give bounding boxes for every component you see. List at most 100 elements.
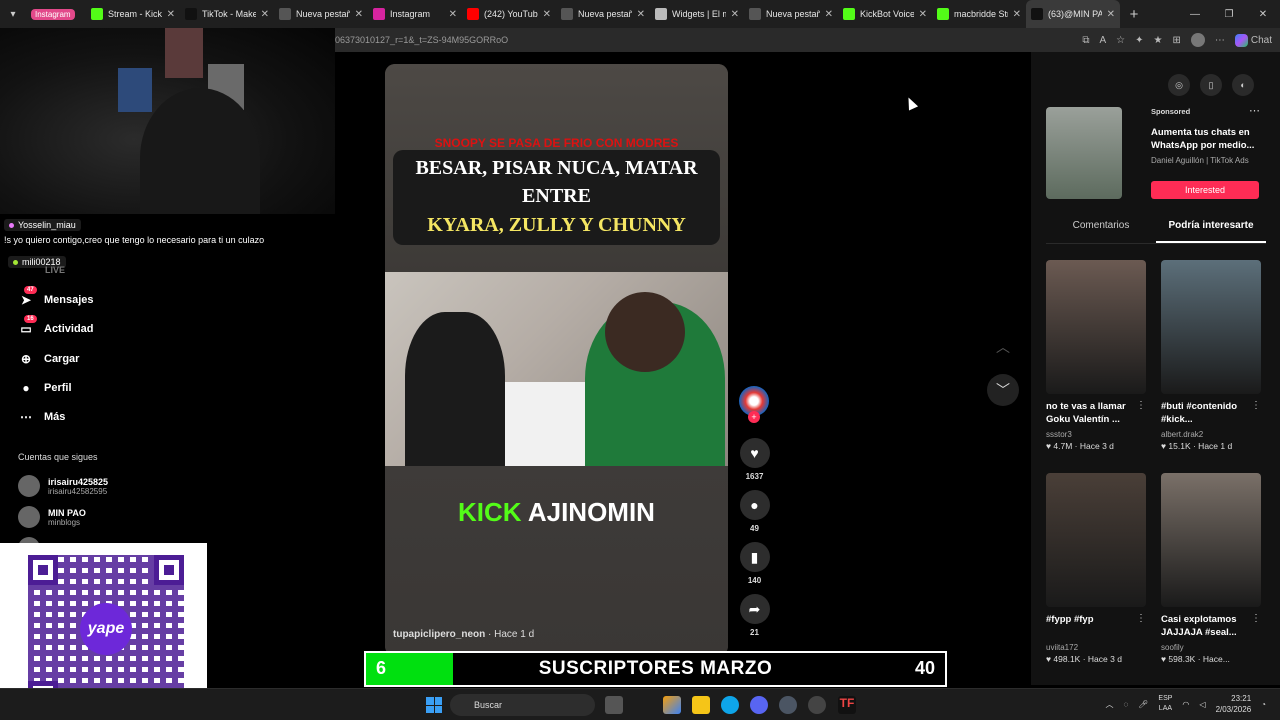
recommended-video-card[interactable]: ⋮ no te vas a llamar Goku Valentín ... sss… <box>1046 260 1146 451</box>
video-thumbnail[interactable] <box>1046 260 1146 394</box>
browser-tab[interactable]: Nueva pestaña ✕ <box>744 0 838 28</box>
sidebar-live[interactable]: LIVE <box>45 265 65 275</box>
recommended-video-card[interactable]: ⋮ #fypp #fyp uviita172 ♥ 498.1K · Hace 3 d <box>1046 473 1146 664</box>
minimize-icon[interactable]: — <box>1178 0 1212 28</box>
favorite-star-icon[interactable]: ☆ <box>1116 35 1125 46</box>
browser-tab[interactable]: (242) YouTube ✕ <box>462 0 556 28</box>
windows-start-icon[interactable] <box>426 697 442 713</box>
tab-comentarios[interactable]: Comentarios <box>1046 220 1156 243</box>
next-video-button[interactable]: ﹀ <box>987 374 1019 406</box>
more-options-icon[interactable]: ⋮ <box>1136 400 1146 411</box>
video-author[interactable]: albert.drak2 <box>1161 430 1261 439</box>
tab-close-icon[interactable]: ✕ <box>355 9 363 20</box>
user-avatar[interactable]: ◐ <box>1232 74 1254 96</box>
video-thumbnail[interactable] <box>1161 473 1261 607</box>
tf-app-icon[interactable]: TF <box>838 696 856 714</box>
ad-title[interactable]: Aumenta tus chats en WhatsApp por medio.… <box>1151 126 1266 152</box>
more-options-icon[interactable]: ⋮ <box>1136 613 1146 624</box>
save-button[interactable]: ▮ 140 <box>737 542 772 585</box>
browser-tab[interactable]: Stream - Kick Da ✕ <box>86 0 180 28</box>
tab-close-icon[interactable]: ✕ <box>1107 9 1115 20</box>
tab-group-label[interactable]: Instagram <box>31 8 75 20</box>
tab-close-icon[interactable]: ✕ <box>167 9 175 20</box>
tab-close-icon[interactable]: ✕ <box>731 9 739 20</box>
video-author[interactable]: tupapiclipero_neon <box>393 629 485 640</box>
tab-close-icon[interactable]: ✕ <box>825 9 833 20</box>
ad-thumbnail[interactable] <box>1046 107 1122 199</box>
like-button[interactable]: ♥ 1637 <box>737 438 772 481</box>
tray-chevron-icon[interactable]: ︿ <box>1105 699 1113 710</box>
browser-tab[interactable]: Widgets | El mej ✕ <box>650 0 744 28</box>
share-button[interactable]: ➦ 21 <box>737 594 772 637</box>
task-view-icon[interactable] <box>605 696 623 714</box>
sidebar-item-perfil[interactable]: ● Perfil <box>18 380 71 396</box>
input-language[interactable]: ESP LAA <box>1158 694 1172 714</box>
tab-close-icon[interactable]: ✕ <box>919 9 927 20</box>
follow-plus-icon[interactable]: + <box>748 411 760 423</box>
video-description[interactable]: Casi explotamos JAJJAJA #seal... <box>1161 613 1261 639</box>
sidebar-item-actividad[interactable]: ▭ 16 Actividad <box>18 315 94 337</box>
tab-podria-interesarte[interactable]: Podría interesarte <box>1156 220 1266 243</box>
video-thumbnail[interactable] <box>1046 473 1146 607</box>
browser-tab[interactable]: KickBot Voice Li ✕ <box>838 0 932 28</box>
browser-tab[interactable]: Nueva pestaña ✕ <box>274 0 368 28</box>
tab-close-icon[interactable]: ✕ <box>637 9 645 20</box>
browser-tab[interactable]: Instagram ✕ <box>368 0 462 28</box>
wifi-icon[interactable]: ◠ <box>1182 700 1189 709</box>
url-field[interactable]: 06373010127_r=1&_t=ZS-94M95GORRoO <box>335 35 1082 45</box>
ad-interested-button[interactable]: Interested <box>1151 181 1259 199</box>
video-description[interactable]: #buti #contenido #kick... <box>1161 400 1261 426</box>
video-player[interactable]: SNOOPY SE PASA DE FRIO CON MODRES BESAR,… <box>385 64 728 656</box>
comment-button[interactable]: ● 49 <box>737 490 772 533</box>
following-account[interactable]: irisairu425825 irisairu42582595 <box>18 475 108 497</box>
tab-close-icon[interactable]: ✕ <box>543 9 551 20</box>
copilot-app-icon[interactable] <box>663 696 681 714</box>
more-options-icon[interactable]: ⋮ <box>1251 613 1261 624</box>
tab-close-icon[interactable]: ✕ <box>1013 9 1021 20</box>
video-author[interactable]: uviita172 <box>1046 643 1146 652</box>
tab-close-icon[interactable]: ✕ <box>261 9 269 20</box>
discord-icon[interactable] <box>750 696 768 714</box>
sidebar-item-mensajes[interactable]: ➤ 47 Mensajes <box>18 286 94 308</box>
compass-icon[interactable]: ◎ <box>1168 74 1190 96</box>
browser-tab[interactable]: TikTok - Make Y ✕ <box>180 0 274 28</box>
video-description[interactable]: #fypp #fyp <box>1046 613 1146 639</box>
taskbar-search[interactable]: Buscar <box>450 694 595 716</box>
video-thumbnail[interactable] <box>1161 260 1261 394</box>
tab-close-icon[interactable]: ✕ <box>449 9 457 20</box>
browser-tab[interactable]: Instagram <box>26 0 86 28</box>
profile-avatar[interactable] <box>1190 33 1205 47</box>
close-window-icon[interactable]: ✕ <box>1246 0 1280 28</box>
recommended-video-card[interactable]: ⋮ Casi explotamos JAJJAJA #seal... soofily… <box>1161 473 1261 664</box>
extensions-icon[interactable]: ✦ <box>1135 35 1143 46</box>
video-description[interactable]: no te vas a llamar Goku Valentín ... <box>1046 400 1146 426</box>
browser-tab[interactable]: (63)@MIN PAO ✕ <box>1026 0 1120 28</box>
edge-icon[interactable] <box>721 696 739 714</box>
app-icon[interactable] <box>779 696 797 714</box>
browser-tab[interactable]: macbridde Strea ✕ <box>932 0 1026 28</box>
ad-more-icon[interactable]: ⋯ <box>1249 104 1260 117</box>
favorites-icon[interactable]: ★ <box>1154 35 1163 46</box>
phone-icon[interactable]: ▯ <box>1200 74 1222 96</box>
video-author[interactable]: ssstor3 <box>1046 430 1146 439</box>
recommended-video-card[interactable]: ⋮ #buti #contenido #kick... albert.drak2 ♥ … <box>1161 260 1261 451</box>
collections-icon[interactable]: ⊞ <box>1172 35 1180 46</box>
copilot-chat-button[interactable]: Chat <box>1234 33 1272 47</box>
video-author[interactable]: soofily <box>1161 643 1261 652</box>
network-icon[interactable]: ◌ <box>1123 700 1128 709</box>
sidebar-item-más[interactable]: ⋯ Más <box>18 409 65 425</box>
open-in-app-icon[interactable]: ⧉ <box>1082 35 1089 46</box>
more-options-icon[interactable]: ⋮ <box>1251 400 1261 411</box>
browser-tab[interactable]: Nueva pestaña ✕ <box>556 0 650 28</box>
tab-search-icon[interactable]: ▾ <box>0 0 26 28</box>
new-tab-button[interactable]: + <box>1120 0 1148 28</box>
following-account[interactable]: MIN PAO minblogs <box>18 506 86 528</box>
volume-icon[interactable]: ◁ <box>1199 700 1205 709</box>
notifications-icon[interactable]: ◔ <box>1261 700 1266 709</box>
file-explorer-icon[interactable] <box>692 696 710 714</box>
restore-icon[interactable]: ❐ <box>1212 0 1246 28</box>
previous-video-button[interactable]: ︿ <box>987 331 1019 363</box>
obs-icon[interactable] <box>808 696 826 714</box>
menu-dots-icon[interactable]: ⋯ <box>1215 35 1225 46</box>
sidebar-item-cargar[interactable]: ⊕ Cargar <box>18 351 80 367</box>
